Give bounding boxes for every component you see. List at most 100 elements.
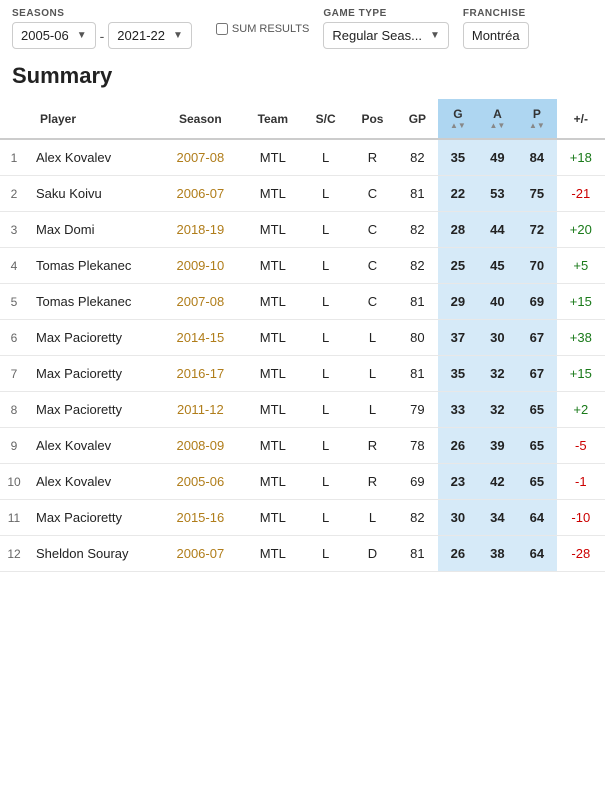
- cell-a: 32: [478, 392, 517, 428]
- cell-plusminus: -5: [557, 428, 605, 464]
- cell-plusminus: -1: [557, 464, 605, 500]
- col-plusminus: +/-: [557, 99, 605, 139]
- cell-player: Sheldon Souray: [28, 536, 158, 572]
- season-from-select[interactable]: 2005-06 ▼: [12, 22, 96, 49]
- cell-season: 2008-09: [158, 428, 243, 464]
- cell-g: 35: [438, 139, 477, 176]
- sum-results-checkbox-label[interactable]: SUM RESULTS: [216, 23, 309, 35]
- table-row: 1 Alex Kovalev 2007-08 MTL L R 82 35 49 …: [0, 139, 605, 176]
- cell-p: 69: [517, 284, 556, 320]
- cell-pos: C: [348, 284, 396, 320]
- season-from-value: 2005-06: [21, 28, 69, 43]
- cell-a: 34: [478, 500, 517, 536]
- cell-gp: 78: [397, 428, 439, 464]
- game-type-select[interactable]: Regular Seas... ▼: [323, 22, 449, 49]
- cell-plusminus: +5: [557, 248, 605, 284]
- cell-player: Max Pacioretty: [28, 356, 158, 392]
- cell-g: 29: [438, 284, 477, 320]
- season-to-value: 2021-22: [117, 28, 165, 43]
- cell-season: 2009-10: [158, 248, 243, 284]
- franchise-select[interactable]: Montréa: [463, 22, 529, 49]
- cell-a: 49: [478, 139, 517, 176]
- cell-player: Max Pacioretty: [28, 500, 158, 536]
- season-to-select[interactable]: 2021-22 ▼: [108, 22, 192, 49]
- cell-player: Tomas Plekanec: [28, 248, 158, 284]
- cell-team: MTL: [243, 392, 303, 428]
- cell-gp: 81: [397, 536, 439, 572]
- cell-rank: 7: [0, 356, 28, 392]
- cell-p: 65: [517, 428, 556, 464]
- cell-plusminus: +15: [557, 356, 605, 392]
- table-row: 12 Sheldon Souray 2006-07 MTL L D 81 26 …: [0, 536, 605, 572]
- cell-a: 39: [478, 428, 517, 464]
- cell-rank: 5: [0, 284, 28, 320]
- seasons-label: SEASONS: [12, 8, 192, 19]
- col-g[interactable]: G▲▼: [438, 99, 477, 139]
- cell-pos: L: [348, 356, 396, 392]
- table-row: 10 Alex Kovalev 2005-06 MTL L R 69 23 42…: [0, 464, 605, 500]
- cell-pos: C: [348, 176, 396, 212]
- col-season: Season: [158, 99, 243, 139]
- cell-p: 67: [517, 356, 556, 392]
- cell-season: 2011-12: [158, 392, 243, 428]
- cell-sc: L: [303, 392, 348, 428]
- cell-plusminus: +15: [557, 284, 605, 320]
- cell-gp: 82: [397, 212, 439, 248]
- col-team: Team: [243, 99, 303, 139]
- cell-pos: L: [348, 392, 396, 428]
- cell-p: 67: [517, 320, 556, 356]
- cell-gp: 81: [397, 284, 439, 320]
- cell-gp: 81: [397, 356, 439, 392]
- cell-plusminus: -10: [557, 500, 605, 536]
- cell-team: MTL: [243, 536, 303, 572]
- cell-p: 65: [517, 392, 556, 428]
- cell-team: MTL: [243, 212, 303, 248]
- col-p[interactable]: P▲▼: [517, 99, 556, 139]
- cell-g: 33: [438, 392, 477, 428]
- cell-gp: 82: [397, 248, 439, 284]
- cell-team: MTL: [243, 284, 303, 320]
- cell-p: 64: [517, 500, 556, 536]
- table-row: 3 Max Domi 2018-19 MTL L C 82 28 44 72 +…: [0, 212, 605, 248]
- table-header-row: Player Season Team S/C Pos GP G▲▼ A▲▼ P▲…: [0, 99, 605, 139]
- table-row: 5 Tomas Plekanec 2007-08 MTL L C 81 29 4…: [0, 284, 605, 320]
- sum-results-checkbox[interactable]: [216, 23, 228, 35]
- cell-a: 42: [478, 464, 517, 500]
- cell-team: MTL: [243, 464, 303, 500]
- col-player: Player: [28, 99, 158, 139]
- table-row: 7 Max Pacioretty 2016-17 MTL L L 81 35 3…: [0, 356, 605, 392]
- col-a[interactable]: A▲▼: [478, 99, 517, 139]
- cell-gp: 80: [397, 320, 439, 356]
- cell-p: 75: [517, 176, 556, 212]
- cell-pos: R: [348, 428, 396, 464]
- cell-pos: R: [348, 139, 396, 176]
- col-pos: Pos: [348, 99, 396, 139]
- cell-player: Saku Koivu: [28, 176, 158, 212]
- season-range-dash: -: [100, 28, 105, 44]
- cell-team: MTL: [243, 500, 303, 536]
- cell-season: 2014-15: [158, 320, 243, 356]
- table-row: 2 Saku Koivu 2006-07 MTL L C 81 22 53 75…: [0, 176, 605, 212]
- cell-season: 2006-07: [158, 176, 243, 212]
- cell-p: 65: [517, 464, 556, 500]
- cell-team: MTL: [243, 356, 303, 392]
- cell-pos: C: [348, 248, 396, 284]
- cell-gp: 69: [397, 464, 439, 500]
- cell-player: Max Domi: [28, 212, 158, 248]
- col-gp: GP: [397, 99, 439, 139]
- cell-a: 40: [478, 284, 517, 320]
- chevron-down-icon: ▼: [77, 30, 87, 41]
- cell-sc: L: [303, 248, 348, 284]
- franchise-label: FRANCHISE: [463, 8, 529, 19]
- cell-sc: L: [303, 464, 348, 500]
- cell-sc: L: [303, 176, 348, 212]
- cell-sc: L: [303, 356, 348, 392]
- cell-gp: 82: [397, 500, 439, 536]
- cell-rank: 8: [0, 392, 28, 428]
- cell-rank: 1: [0, 139, 28, 176]
- cell-player: Alex Kovalev: [28, 139, 158, 176]
- cell-plusminus: -21: [557, 176, 605, 212]
- cell-g: 26: [438, 428, 477, 464]
- col-rank: [0, 99, 28, 139]
- cell-p: 72: [517, 212, 556, 248]
